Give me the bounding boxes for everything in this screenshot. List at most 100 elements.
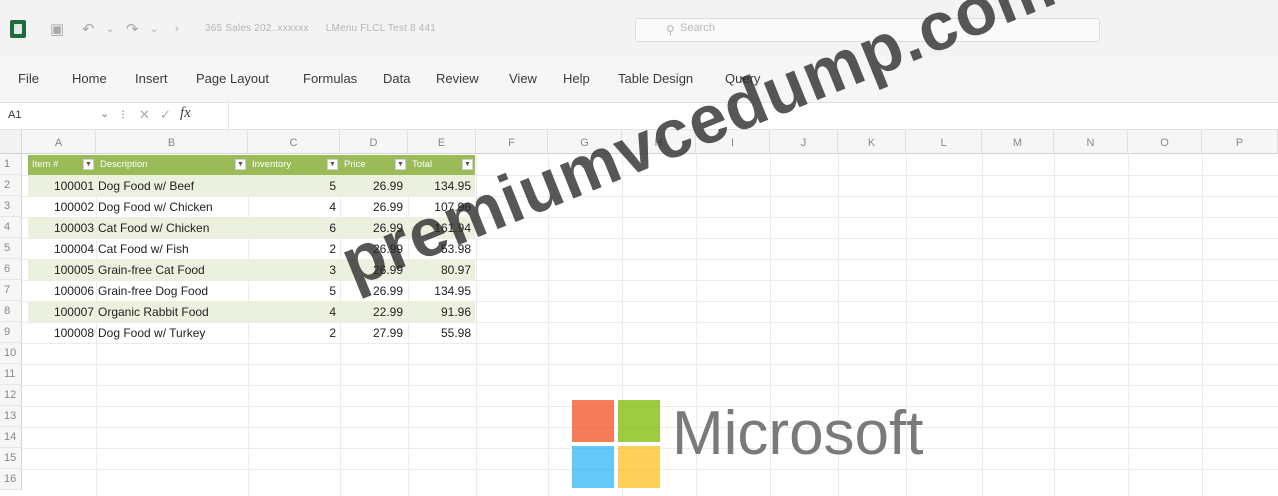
- filter-dropdown-icon[interactable]: ▼: [83, 159, 94, 170]
- row-header-9[interactable]: 9: [0, 322, 22, 343]
- cell-total[interactable]: 91.96: [408, 301, 471, 322]
- column-header-a[interactable]: A: [22, 130, 96, 154]
- cell-inventory[interactable]: 3: [248, 259, 336, 280]
- filter-dropdown-icon[interactable]: ▼: [462, 159, 473, 170]
- cell-description[interactable]: Grain-free Dog Food: [98, 280, 248, 301]
- row-header-13[interactable]: 13: [0, 406, 22, 427]
- column-header-o[interactable]: O: [1128, 130, 1202, 154]
- column-header-m[interactable]: M: [982, 130, 1054, 154]
- table-row[interactable]: 100008 Dog Food w/ Turkey 2 27.99 55.98: [28, 322, 475, 343]
- row-header-5[interactable]: 5: [0, 238, 22, 259]
- cell-item[interactable]: 100001: [28, 175, 94, 196]
- cell-inventory[interactable]: 4: [248, 196, 336, 217]
- tab-table-design[interactable]: Table Design: [618, 71, 693, 86]
- undo-dropdown-icon[interactable]: ⌄: [106, 24, 114, 35]
- row-header-2[interactable]: 2: [0, 175, 22, 196]
- cell-description[interactable]: Cat Food w/ Chicken: [98, 217, 248, 238]
- filter-dropdown-icon[interactable]: ▼: [235, 159, 246, 170]
- table-header-inventory[interactable]: Inventory ▼: [248, 155, 340, 175]
- column-header-e[interactable]: E: [408, 130, 476, 154]
- cell-description[interactable]: Cat Food w/ Fish: [98, 238, 248, 259]
- tab-insert[interactable]: Insert: [135, 71, 168, 86]
- customize-qat-icon[interactable]: ›: [175, 23, 179, 35]
- excel-app-icon[interactable]: [10, 20, 26, 38]
- document-name: 365 Sales 202..xxxxxx: [205, 23, 309, 34]
- filter-dropdown-icon[interactable]: ▼: [395, 159, 406, 170]
- column-header-k[interactable]: K: [838, 130, 906, 154]
- column-header-j[interactable]: J: [770, 130, 838, 154]
- undo-icon[interactable]: ↶: [82, 20, 95, 38]
- row-header-11[interactable]: 11: [0, 364, 22, 385]
- cell-price[interactable]: 27.99: [340, 322, 403, 343]
- column-header-n[interactable]: N: [1054, 130, 1128, 154]
- cell-description[interactable]: Dog Food w/ Chicken: [98, 196, 248, 217]
- gridline: [982, 154, 983, 496]
- tab-view[interactable]: View: [509, 71, 537, 86]
- column-header-b[interactable]: B: [96, 130, 248, 154]
- tab-help[interactable]: Help: [563, 71, 590, 86]
- row-header-4[interactable]: 4: [0, 217, 22, 238]
- table-header-price[interactable]: Price ▼: [340, 155, 408, 175]
- cell-inventory[interactable]: 2: [248, 322, 336, 343]
- table-row[interactable]: 100006 Grain-free Dog Food 5 26.99 134.9…: [28, 280, 475, 301]
- table-row[interactable]: 100007 Organic Rabbit Food 4 22.99 91.96: [28, 301, 475, 322]
- cell-inventory[interactable]: 6: [248, 217, 336, 238]
- row-header-6[interactable]: 6: [0, 259, 22, 280]
- row-header-1[interactable]: 1: [0, 154, 22, 175]
- cancel-entry-icon[interactable]: ✕: [139, 107, 150, 123]
- cell-item[interactable]: 100007: [28, 301, 94, 322]
- confirm-entry-icon[interactable]: ✓: [160, 107, 171, 123]
- table-header-description[interactable]: Description ▼: [96, 155, 248, 175]
- autosave-icon[interactable]: ▣: [50, 20, 64, 38]
- microsoft-logo-text: Microsoft: [672, 399, 924, 468]
- table-row[interactable]: 100001 Dog Food w/ Beef 5 26.99 134.95: [28, 175, 475, 196]
- cell-inventory[interactable]: 5: [248, 280, 336, 301]
- column-header-c[interactable]: C: [248, 130, 340, 154]
- cell-total[interactable]: 134.95: [408, 280, 471, 301]
- cell-item[interactable]: 100003: [28, 217, 94, 238]
- cell-description[interactable]: Grain-free Cat Food: [98, 259, 248, 280]
- table-header-total[interactable]: Total ▼: [408, 155, 475, 175]
- cell-price[interactable]: 26.99: [340, 175, 403, 196]
- row-header-10[interactable]: 10: [0, 343, 22, 364]
- table-header-item[interactable]: Item # ▼: [28, 155, 96, 175]
- insert-function-button[interactable]: fx: [180, 105, 191, 122]
- tab-file[interactable]: File: [18, 71, 39, 86]
- cell-description[interactable]: Dog Food w/ Beef: [98, 175, 248, 196]
- redo-dropdown-icon[interactable]: ⌄: [150, 24, 158, 35]
- cell-item[interactable]: 100004: [28, 238, 94, 259]
- select-all-corner[interactable]: [0, 130, 22, 154]
- cell-item[interactable]: 100005: [28, 259, 94, 280]
- row-header-16[interactable]: 16: [0, 469, 22, 490]
- cell-total[interactable]: 55.98: [408, 322, 471, 343]
- cell-description[interactable]: Dog Food w/ Turkey: [98, 322, 248, 343]
- row-header-14[interactable]: 14: [0, 427, 22, 448]
- name-box[interactable]: A1: [8, 109, 21, 121]
- cell-item[interactable]: 100008: [28, 322, 94, 343]
- row-header-3[interactable]: 3: [0, 196, 22, 217]
- cell-item[interactable]: 100006: [28, 280, 94, 301]
- tab-review[interactable]: Review: [436, 71, 479, 86]
- gridline: [22, 343, 1278, 344]
- name-box-dropdown-icon[interactable]: ⌄: [100, 107, 109, 120]
- tab-data[interactable]: Data: [383, 71, 410, 86]
- row-header-15[interactable]: 15: [0, 448, 22, 469]
- cell-inventory[interactable]: 2: [248, 238, 336, 259]
- tab-page-layout[interactable]: Page Layout: [196, 71, 269, 86]
- row-header-8[interactable]: 8: [0, 301, 22, 322]
- cell-description[interactable]: Organic Rabbit Food: [98, 301, 248, 322]
- column-header-l[interactable]: L: [906, 130, 982, 154]
- redo-icon[interactable]: ↷: [126, 20, 139, 38]
- formula-bar-grip-icon: ⁝: [121, 107, 126, 122]
- row-header-7[interactable]: 7: [0, 280, 22, 301]
- row-header-12[interactable]: 12: [0, 385, 22, 406]
- cell-inventory[interactable]: 4: [248, 301, 336, 322]
- cell-price[interactable]: 22.99: [340, 301, 403, 322]
- filter-dropdown-icon[interactable]: ▼: [327, 159, 338, 170]
- column-header-d[interactable]: D: [340, 130, 408, 154]
- tab-home[interactable]: Home: [72, 71, 107, 86]
- column-header-p[interactable]: P: [1202, 130, 1278, 154]
- cell-inventory[interactable]: 5: [248, 175, 336, 196]
- cell-item[interactable]: 100002: [28, 196, 94, 217]
- tab-formulas[interactable]: Formulas: [303, 71, 357, 86]
